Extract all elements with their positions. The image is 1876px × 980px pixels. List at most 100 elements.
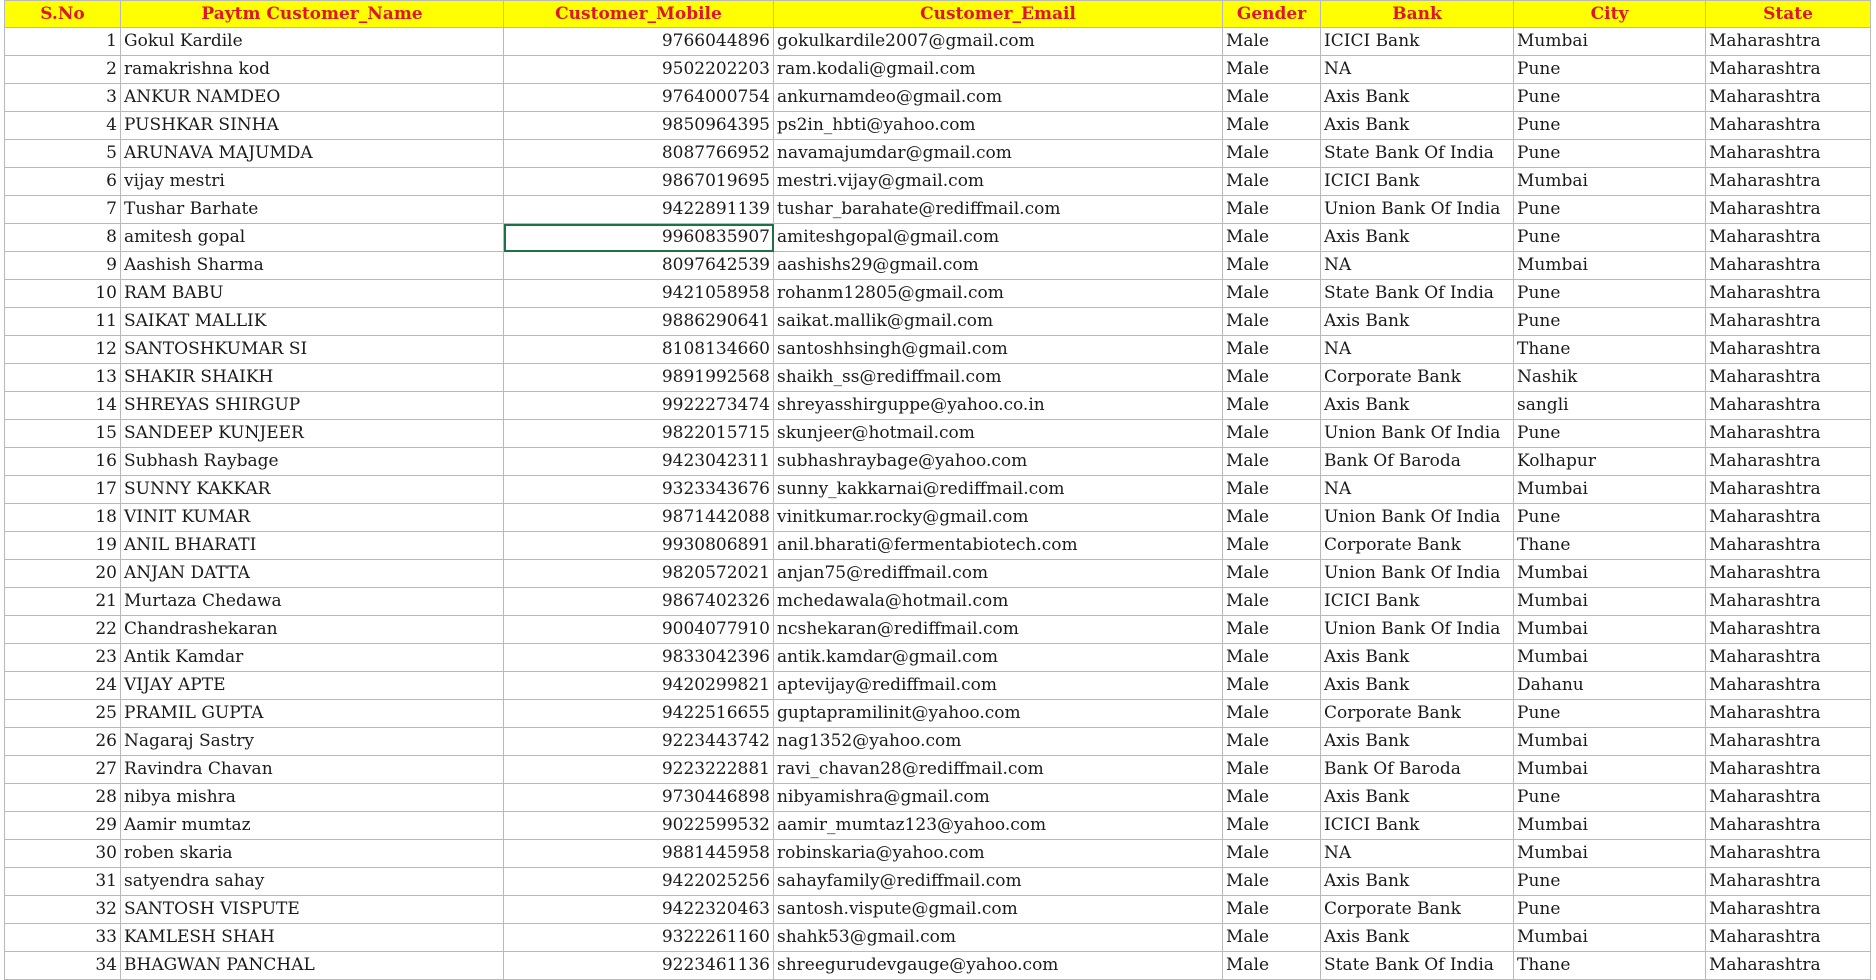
cell-state[interactable]: Maharashtra <box>1705 335 1871 364</box>
cell-city[interactable]: Mumbai <box>1513 167 1706 196</box>
cell-customer-name[interactable]: Nagaraj Sastry <box>120 727 504 756</box>
cell-gender[interactable]: Male <box>1222 811 1321 840</box>
cell-customer-name[interactable]: satyendra sahay <box>120 867 504 896</box>
cell-customer-email[interactable]: shaikh_ss@rediffmail.com <box>773 363 1223 392</box>
cell-customer-mobile[interactable]: 9922273474 <box>503 391 774 420</box>
cell-customer-email[interactable]: skunjeer@hotmail.com <box>773 419 1223 448</box>
cell-customer-mobile[interactable]: 9730446898 <box>503 783 774 812</box>
cell-sno[interactable]: 14 <box>4 391 121 420</box>
cell-customer-mobile[interactable]: 9764000754 <box>503 83 774 112</box>
cell-customer-email[interactable]: navamajumdar@gmail.com <box>773 139 1223 168</box>
cell-gender[interactable]: Male <box>1222 167 1321 196</box>
cell-bank[interactable]: NA <box>1320 839 1514 868</box>
cell-state[interactable]: Maharashtra <box>1705 503 1871 532</box>
cell-customer-name[interactable]: PRAMIL GUPTA <box>120 699 504 728</box>
cell-gender[interactable]: Male <box>1222 867 1321 896</box>
cell-customer-email[interactable]: nibyamishra@gmail.com <box>773 783 1223 812</box>
cell-customer-mobile[interactable]: 9766044896 <box>503 27 774 56</box>
cell-sno[interactable]: 13 <box>4 363 121 392</box>
cell-bank[interactable]: ICICI Bank <box>1320 587 1514 616</box>
cell-customer-email[interactable]: ravi_chavan28@rediffmail.com <box>773 755 1223 784</box>
cell-sno[interactable]: 29 <box>4 811 121 840</box>
cell-customer-name[interactable]: vijay mestri <box>120 167 504 196</box>
cell-customer-mobile[interactable]: 9421058958 <box>503 279 774 308</box>
cell-bank[interactable]: Axis Bank <box>1320 111 1514 140</box>
cell-customer-mobile[interactable]: 9422891139 <box>503 195 774 224</box>
cell-customer-name[interactable]: SANTOSH VISPUTE <box>120 895 504 924</box>
cell-state[interactable]: Maharashtra <box>1705 839 1871 868</box>
cell-customer-name[interactable]: Subhash Raybage <box>120 447 504 476</box>
cell-gender[interactable]: Male <box>1222 895 1321 924</box>
cell-customer-email[interactable]: guptapramilinit@yahoo.com <box>773 699 1223 728</box>
cell-city[interactable]: Pune <box>1513 307 1706 336</box>
cell-city[interactable]: Pune <box>1513 419 1706 448</box>
cell-customer-name[interactable]: Aamir mumtaz <box>120 811 504 840</box>
cell-customer-email[interactable]: vinitkumar.rocky@gmail.com <box>773 503 1223 532</box>
cell-city[interactable]: Mumbai <box>1513 755 1706 784</box>
cell-sno[interactable]: 6 <box>4 167 121 196</box>
cell-bank[interactable]: NA <box>1320 55 1514 84</box>
cell-city[interactable]: Mumbai <box>1513 811 1706 840</box>
cell-customer-name[interactable]: KAMLESH SHAH <box>120 923 504 952</box>
cell-gender[interactable]: Male <box>1222 615 1321 644</box>
cell-bank[interactable]: NA <box>1320 251 1514 280</box>
header-customer-email[interactable]: Customer_Email <box>773 0 1223 28</box>
cell-gender[interactable]: Male <box>1222 419 1321 448</box>
cell-customer-email[interactable]: aamir_mumtaz123@yahoo.com <box>773 811 1223 840</box>
cell-customer-mobile[interactable]: 9422516655 <box>503 699 774 728</box>
cell-city[interactable]: Thane <box>1513 531 1706 560</box>
cell-city[interactable]: Pune <box>1513 503 1706 532</box>
cell-sno[interactable]: 23 <box>4 643 121 672</box>
cell-sno[interactable]: 16 <box>4 447 121 476</box>
cell-customer-name[interactable]: Ravindra Chavan <box>120 755 504 784</box>
cell-bank[interactable]: Axis Bank <box>1320 83 1514 112</box>
cell-city[interactable]: Dahanu <box>1513 671 1706 700</box>
cell-customer-name[interactable]: Gokul Kardile <box>120 27 504 56</box>
cell-customer-name[interactable]: SANDEEP KUNJEER <box>120 419 504 448</box>
cell-city[interactable]: Kolhapur <box>1513 447 1706 476</box>
cell-city[interactable]: Mumbai <box>1513 923 1706 952</box>
cell-customer-mobile[interactable]: 9820572021 <box>503 559 774 588</box>
cell-gender[interactable]: Male <box>1222 783 1321 812</box>
cell-customer-mobile[interactable]: 9886290641 <box>503 307 774 336</box>
cell-customer-name[interactable]: VINIT KUMAR <box>120 503 504 532</box>
cell-city[interactable]: Mumbai <box>1513 727 1706 756</box>
cell-state[interactable]: Maharashtra <box>1705 195 1871 224</box>
cell-customer-mobile[interactable]: 9323343676 <box>503 475 774 504</box>
cell-gender[interactable]: Male <box>1222 559 1321 588</box>
cell-bank[interactable]: Axis Bank <box>1320 783 1514 812</box>
cell-customer-email[interactable]: shreyasshirguppe@yahoo.co.in <box>773 391 1223 420</box>
header-customer-name[interactable]: Paytm Customer_Name <box>120 0 504 28</box>
cell-customer-mobile[interactable]: 9420299821 <box>503 671 774 700</box>
cell-customer-email[interactable]: nag1352@yahoo.com <box>773 727 1223 756</box>
cell-gender[interactable]: Male <box>1222 279 1321 308</box>
cell-city[interactable]: Pune <box>1513 195 1706 224</box>
cell-customer-name[interactable]: SUNNY KAKKAR <box>120 475 504 504</box>
cell-city[interactable]: Mumbai <box>1513 643 1706 672</box>
cell-bank[interactable]: Bank Of Baroda <box>1320 755 1514 784</box>
cell-customer-name[interactable]: Aashish Sharma <box>120 251 504 280</box>
cell-customer-email[interactable]: mchedawala@hotmail.com <box>773 587 1223 616</box>
cell-customer-name[interactable]: Tushar Barhate <box>120 195 504 224</box>
cell-customer-email[interactable]: santoshhsingh@gmail.com <box>773 335 1223 364</box>
cell-city[interactable]: Pune <box>1513 783 1706 812</box>
cell-customer-email[interactable]: robinskaria@yahoo.com <box>773 839 1223 868</box>
cell-customer-name[interactable]: PUSHKAR SINHA <box>120 111 504 140</box>
cell-customer-mobile[interactable]: 9022599532 <box>503 811 774 840</box>
cell-customer-email[interactable]: aptevijay@rediffmail.com <box>773 671 1223 700</box>
cell-sno[interactable]: 7 <box>4 195 121 224</box>
header-bank[interactable]: Bank <box>1320 0 1514 28</box>
cell-state[interactable]: Maharashtra <box>1705 783 1871 812</box>
cell-gender[interactable]: Male <box>1222 223 1321 252</box>
cell-customer-mobile[interactable]: 9223222881 <box>503 755 774 784</box>
cell-customer-name[interactable]: ANIL BHARATI <box>120 531 504 560</box>
cell-customer-name[interactable]: RAM BABU <box>120 279 504 308</box>
cell-sno[interactable]: 21 <box>4 587 121 616</box>
cell-bank[interactable]: Union Bank Of India <box>1320 559 1514 588</box>
cell-city[interactable]: Thane <box>1513 335 1706 364</box>
cell-customer-name[interactable]: VIJAY APTE <box>120 671 504 700</box>
cell-customer-mobile[interactable]: 9871442088 <box>503 503 774 532</box>
cell-customer-mobile[interactable]: 8108134660 <box>503 335 774 364</box>
cell-bank[interactable]: Axis Bank <box>1320 223 1514 252</box>
cell-state[interactable]: Maharashtra <box>1705 307 1871 336</box>
